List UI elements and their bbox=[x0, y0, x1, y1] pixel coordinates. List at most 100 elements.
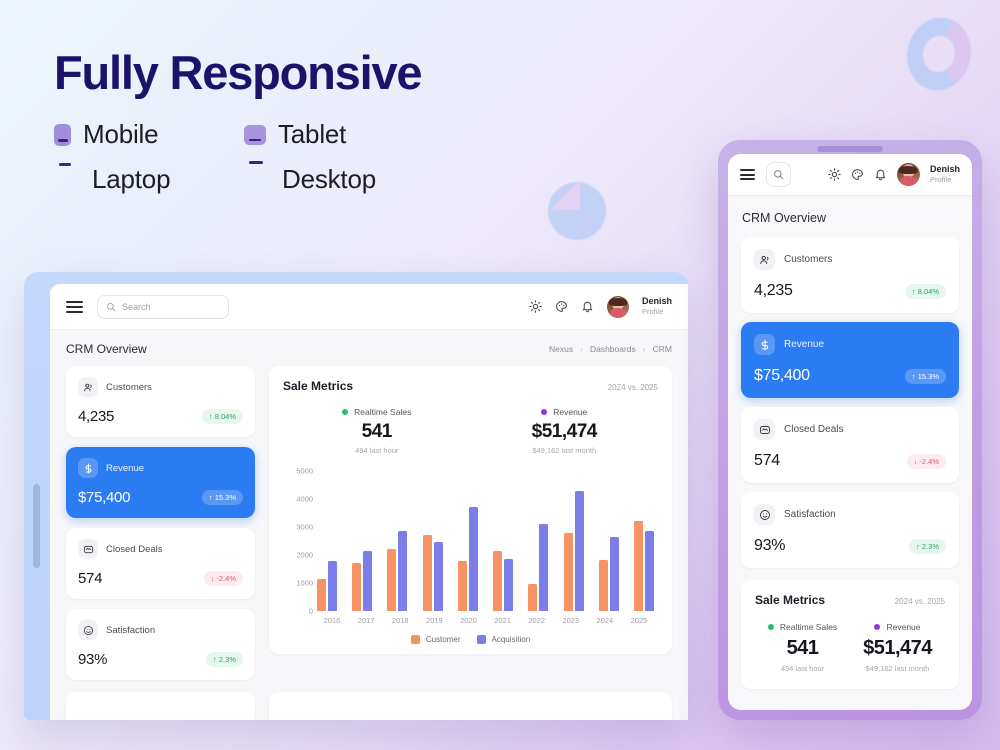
user-info[interactable]: Denish Profile bbox=[642, 296, 672, 317]
decorative-pie-shape bbox=[548, 182, 606, 240]
panel-header: Sale Metrics 2024 vs. 2025 bbox=[755, 593, 945, 607]
laptop-device-frame: Search Denish Profile CRM Overview Nexus… bbox=[24, 272, 688, 720]
device-list: Mobile Tablet Laptop Desktop bbox=[54, 119, 524, 195]
chart-bar[interactable] bbox=[493, 551, 503, 611]
breadcrumb-item-nexus[interactable]: Nexus bbox=[549, 344, 573, 354]
chart-bar[interactable] bbox=[317, 579, 326, 611]
chart-bar[interactable] bbox=[422, 535, 432, 611]
stat-label: Closed Deals bbox=[784, 424, 844, 435]
chart-bar[interactable] bbox=[563, 533, 573, 611]
laptop-dashboard-body: Customers 4,235 ↑ 8.04% Revenue $75,400 … bbox=[50, 366, 688, 680]
stat-label: Satisfaction bbox=[106, 624, 156, 636]
laptop-header-actions: Denish Profile bbox=[529, 295, 672, 318]
chart-bar-group bbox=[633, 471, 654, 611]
hamburger-icon[interactable] bbox=[740, 169, 755, 180]
device-item-mobile: Mobile bbox=[54, 119, 244, 150]
chart-bar[interactable] bbox=[633, 520, 643, 611]
stat-card-customers[interactable]: Customers 4,235 ↑ 8.04% bbox=[66, 366, 255, 437]
chart-legend-item[interactable]: Customer bbox=[410, 635, 461, 644]
breadcrumb-item-crm[interactable]: CRM bbox=[653, 344, 672, 354]
chart-bar[interactable] bbox=[387, 548, 397, 611]
user-info[interactable]: Denish Profile bbox=[930, 164, 960, 185]
device-side-button[interactable] bbox=[33, 484, 40, 568]
search-icon bbox=[106, 302, 116, 311]
chart-legend-item[interactable]: Acquisition bbox=[476, 635, 530, 644]
palette-icon[interactable] bbox=[555, 300, 568, 313]
panel-header: Sale Metrics 2024 vs. 2025 bbox=[283, 379, 658, 393]
stat-value: $75,400 bbox=[754, 367, 810, 384]
stat-value: $75,400 bbox=[78, 489, 131, 506]
bell-icon[interactable] bbox=[874, 168, 887, 181]
legend-dot-revenue bbox=[874, 624, 881, 630]
stat-value: 93% bbox=[78, 651, 108, 668]
chart-bar[interactable] bbox=[528, 583, 538, 611]
chart-bar[interactable] bbox=[504, 558, 514, 611]
chart-bar[interactable] bbox=[468, 506, 478, 611]
chart-bar[interactable] bbox=[433, 542, 443, 611]
stat-delta-badge: ↑ 2.3% bbox=[909, 538, 946, 554]
chart-bar[interactable] bbox=[457, 560, 467, 611]
stat-card-satisfaction[interactable]: Satisfaction 93% ↑ 2.3% bbox=[741, 492, 959, 568]
chart-bar[interactable] bbox=[644, 531, 654, 611]
chart-bar[interactable] bbox=[598, 560, 608, 611]
chart-x-tick: 2024 bbox=[596, 616, 614, 625]
chart-bar[interactable] bbox=[398, 531, 408, 611]
users-icon bbox=[78, 377, 98, 397]
search-input[interactable]: Search bbox=[97, 294, 229, 319]
phone-header-actions: Denish Profile bbox=[828, 163, 960, 186]
sale-metrics-panel: Sale Metrics 2024 vs. 2025 Realtime Sale… bbox=[269, 366, 672, 654]
hero-section: Fully Responsive Mobile Tablet Laptop De… bbox=[54, 48, 524, 195]
lower-card-right[interactable] bbox=[269, 692, 672, 720]
breadcrumb-item-dashboards[interactable]: Dashboards bbox=[590, 344, 636, 354]
chart-x-tick: 2020 bbox=[460, 616, 477, 625]
avatar[interactable] bbox=[896, 163, 920, 186]
chart-bar[interactable] bbox=[539, 523, 549, 611]
metric-value: $51,474 bbox=[863, 637, 932, 659]
delta-value: 2.3% bbox=[218, 655, 236, 664]
user-role: Profile bbox=[929, 175, 952, 185]
search-button[interactable] bbox=[766, 162, 791, 187]
breadcrumb: Nexus › Dashboards › CRM bbox=[549, 344, 672, 354]
avatar[interactable] bbox=[606, 295, 629, 318]
delta-arrow: ↓ bbox=[210, 574, 215, 583]
chart-bar[interactable] bbox=[328, 561, 337, 611]
chart-y-tick: 4000 bbox=[296, 494, 313, 504]
stat-delta-badge: ↓ -2.4% bbox=[203, 571, 243, 586]
stat-card-closed-deals[interactable]: Closed Deals 574 ↓ -2.4% bbox=[66, 528, 255, 599]
lower-card-left[interactable] bbox=[66, 692, 255, 720]
stat-value: 4,235 bbox=[754, 282, 793, 299]
stat-card-closed-deals[interactable]: Closed Deals 574 ↓ -2.4% bbox=[741, 407, 959, 483]
stat-card-revenue[interactable]: Revenue $75,400 ↑ 15.3% bbox=[66, 447, 255, 518]
chart-bar-groups bbox=[317, 471, 654, 611]
stat-card-customers[interactable]: Customers 4,235 ↑ 8.04% bbox=[741, 237, 959, 313]
stat-card-satisfaction[interactable]: Satisfaction 93% ↑ 2.3% bbox=[66, 609, 255, 680]
chart-bar[interactable] bbox=[363, 550, 373, 611]
mobile-icon bbox=[54, 123, 71, 146]
chart-bar-group bbox=[387, 471, 408, 611]
user-name: Denish bbox=[641, 296, 672, 307]
user-role: Profile bbox=[641, 307, 664, 317]
chart-bar-group bbox=[317, 471, 337, 611]
legend-swatch bbox=[410, 635, 420, 644]
bell-icon[interactable] bbox=[581, 300, 594, 313]
chart-bar[interactable] bbox=[352, 563, 362, 611]
chart-plot-area: 0 1000 2000 3000 4000 5000 bbox=[283, 467, 658, 616]
stat-value: 93% bbox=[754, 537, 786, 554]
stat-value: 4,235 bbox=[78, 408, 115, 425]
hamburger-icon[interactable] bbox=[66, 300, 83, 313]
sun-icon[interactable] bbox=[828, 168, 841, 181]
stat-card-revenue[interactable]: Revenue $75,400 ↑ 15.3% bbox=[741, 322, 959, 398]
chart-bar-group bbox=[598, 471, 619, 611]
metric-note: 494 last hour bbox=[355, 446, 399, 455]
chart-bar[interactable] bbox=[609, 536, 619, 611]
delta-value: 8.04% bbox=[214, 412, 236, 421]
sun-icon[interactable] bbox=[529, 300, 542, 313]
device-label-tablet: Tablet bbox=[278, 119, 347, 150]
palette-icon[interactable] bbox=[851, 168, 864, 181]
delta-arrow: ↑ bbox=[208, 493, 213, 502]
decorative-ring-shape bbox=[895, 3, 983, 105]
metric-realtime-sales: Realtime Sales 541 494 last hour bbox=[755, 622, 850, 673]
chart-bar[interactable] bbox=[574, 490, 584, 611]
chart-bar-group bbox=[422, 471, 443, 611]
delta-value: 15.3% bbox=[214, 493, 236, 502]
